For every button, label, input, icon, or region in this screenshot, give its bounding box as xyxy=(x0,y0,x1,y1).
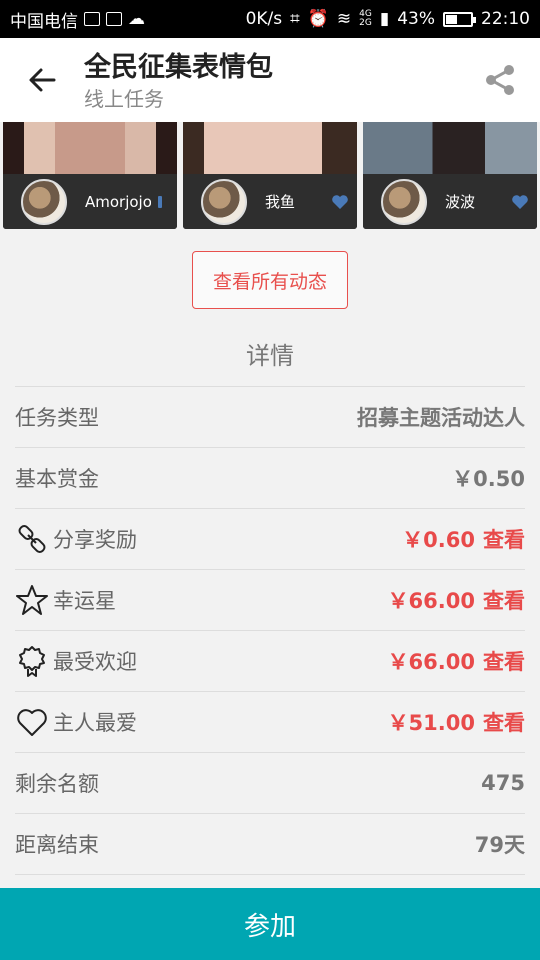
status-bar: 中国电信 ☁ 0K/s ⌗ ⏰ ≋ 4G 2G ▮ 43% 22:10 xyxy=(0,0,540,38)
detail-label: 幸运星 xyxy=(53,589,116,613)
mail-icon xyxy=(106,12,122,26)
detail-label: 基本赏金 xyxy=(15,467,99,491)
detail-row-lucky-star[interactable]: 幸运星 ￥66.00 查看 xyxy=(15,570,525,631)
detail-row-remaining-slots: 剩余名额 475 xyxy=(15,753,525,814)
network-type-icon: 4G 2G xyxy=(359,9,372,28)
battery-icon xyxy=(443,11,476,27)
battery-percent: 43% xyxy=(397,9,435,29)
activity-card[interactable]: 波波 xyxy=(363,122,537,229)
card-photo xyxy=(3,122,177,174)
activity-cards: Amorjojo 我鱼 波波 xyxy=(0,122,540,230)
view-link[interactable]: 查看 xyxy=(483,589,525,613)
detail-label: 剩余名额 xyxy=(15,772,99,796)
badge-icon xyxy=(15,644,49,678)
detail-label: 最受欢迎 xyxy=(53,650,137,674)
details-title: 详情 xyxy=(246,342,294,370)
heart-icon xyxy=(15,705,49,739)
detail-value: ￥51.00 查看 xyxy=(387,711,525,735)
detail-row-task-type: 任务类型 招募主题活动达人 xyxy=(15,387,525,448)
link-icon xyxy=(15,522,49,556)
detail-row-time-left: 距离结束 79天 xyxy=(15,814,525,875)
view-link[interactable]: 查看 xyxy=(483,650,525,674)
back-arrow-icon xyxy=(29,68,56,92)
like-icon[interactable] xyxy=(151,193,169,211)
avatar xyxy=(201,178,247,225)
detail-value: ￥0.60 查看 xyxy=(402,528,525,552)
back-button[interactable] xyxy=(0,38,84,122)
share-button[interactable] xyxy=(460,38,540,122)
avatar xyxy=(21,178,67,225)
card-username: Amorjojo xyxy=(85,192,151,211)
image-icon xyxy=(84,12,100,26)
detail-row-most-popular[interactable]: 最受欢迎 ￥66.00 查看 xyxy=(15,631,525,692)
star-icon xyxy=(15,583,49,617)
detail-row-share-reward[interactable]: 分享奖励 ￥0.60 查看 xyxy=(15,509,525,570)
detail-value: ￥66.00 查看 xyxy=(387,650,525,674)
detail-value: 79天 xyxy=(474,833,525,857)
activity-card[interactable]: Amorjojo xyxy=(3,122,177,229)
card-username: 波波 xyxy=(445,193,476,211)
speed-label: 0K/s xyxy=(245,9,283,29)
page-subtitle: 线上任务 xyxy=(84,87,164,111)
card-photo xyxy=(183,122,357,174)
page-title: 全民征集表情包 xyxy=(84,52,273,83)
detail-row-owner-favorite[interactable]: 主人最爱 ￥51.00 查看 xyxy=(15,692,525,753)
view-all-activity-button[interactable]: 查看所有动态 xyxy=(192,251,348,309)
alarm-icon: ⏰ xyxy=(307,9,329,29)
weather-icon: ☁ xyxy=(128,9,145,29)
view-link[interactable]: 查看 xyxy=(483,528,525,552)
detail-value: ￥0.50 xyxy=(452,467,525,491)
detail-value: 475 xyxy=(481,771,525,795)
card-photo xyxy=(363,122,537,174)
heart-icon[interactable] xyxy=(331,193,349,211)
detail-label: 主人最爱 xyxy=(53,711,137,735)
heart-icon[interactable] xyxy=(511,193,529,211)
detail-label: 距离结束 xyxy=(15,833,99,857)
vibrate-icon: ⌗ xyxy=(290,9,300,29)
carrier-label: 中国电信 xyxy=(10,11,78,32)
wifi-icon: ≋ xyxy=(336,9,352,29)
clock: 22:10 xyxy=(481,9,530,29)
activity-card[interactable]: 我鱼 xyxy=(183,122,357,229)
detail-value: 招募主题活动达人 xyxy=(357,406,525,430)
signal-icon: ▮ xyxy=(379,9,390,29)
details-list: 任务类型 招募主题活动达人 基本赏金 ￥0.50 分享奖励 ￥0.60 查看 幸运… xyxy=(15,386,525,875)
share-icon xyxy=(486,65,514,95)
view-link[interactable]: 查看 xyxy=(483,711,525,735)
app-header: 全民征集表情包 线上任务 xyxy=(0,38,540,122)
detail-label: 分享奖励 xyxy=(53,528,137,552)
card-username: 我鱼 xyxy=(265,193,296,211)
detail-value: ￥66.00 查看 xyxy=(387,589,525,613)
detail-row-base-reward: 基本赏金 ￥0.50 xyxy=(15,448,525,509)
detail-label: 任务类型 xyxy=(15,406,99,430)
avatar xyxy=(381,178,427,225)
join-button[interactable]: 参加 xyxy=(0,888,540,960)
